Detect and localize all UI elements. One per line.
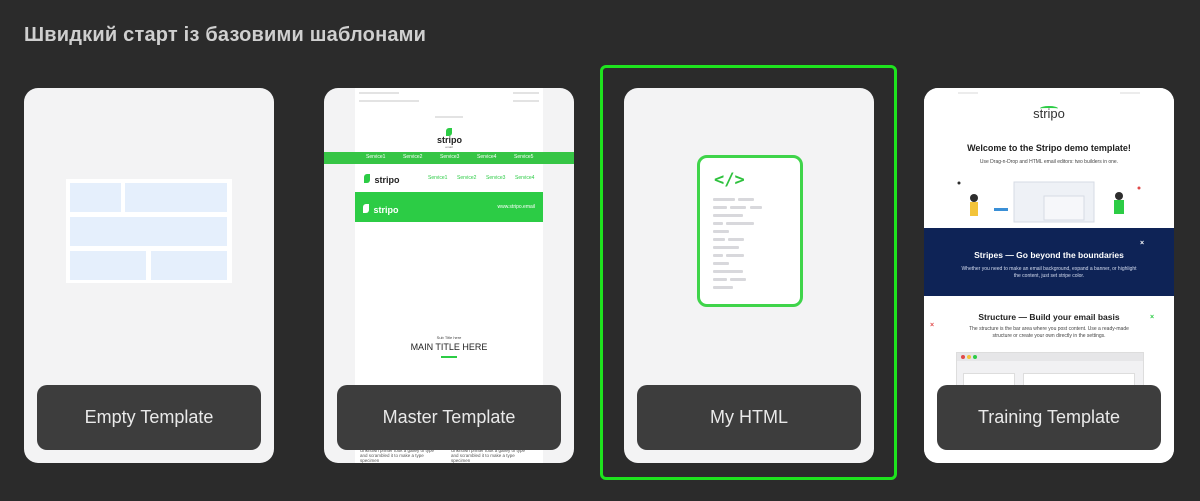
decor-x-icon: × xyxy=(1140,240,1145,247)
training-structure-title: Structure — Build your email basis xyxy=(978,312,1120,322)
master-template-card[interactable]: stripo email Service1 Service2 Service3 … xyxy=(324,88,574,463)
training-stripes-text: Whether you need to make an email backgr… xyxy=(961,266,1137,279)
master-footer-text-left: Unknown printer took a galley of type an… xyxy=(360,448,435,463)
decor-x-icon: × xyxy=(1150,314,1155,321)
training-template-card[interactable]: stripo Welcome to the Stripo demo templa… xyxy=(924,88,1174,463)
master-nav-bar: Service1 Service2 Service3 Service4 Serv… xyxy=(324,152,574,164)
training-structure-text: The structure is the bar area where you … xyxy=(969,326,1129,339)
training-welcome-title: Welcome to the Stripo demo template! xyxy=(967,143,1131,153)
master-main-title: MAIN TITLE HERE xyxy=(410,342,488,352)
training-preview-top: stripo Welcome to the Stripo demo templa… xyxy=(924,88,1174,228)
master-banner-logo: stripo xyxy=(363,200,398,218)
selection-highlight xyxy=(600,65,897,480)
decor-x-icon: × xyxy=(930,322,935,329)
leaf-icon xyxy=(364,174,370,184)
master-template-button[interactable]: Master Template xyxy=(337,385,561,450)
master-subtitle: Sub Title here xyxy=(436,335,462,340)
master-footer-text-right: Unknown printer took a galley of type an… xyxy=(451,448,526,463)
training-welcome-text: Use Drag-n-Drop and HTML email editors: … xyxy=(979,159,1119,165)
empty-template-card[interactable]: Empty Template xyxy=(24,88,274,463)
section-heading: Швидкий старт із базовими шаблонами xyxy=(24,24,427,46)
master-logo: stripo email xyxy=(437,128,462,149)
illustration-people-icon xyxy=(957,181,1141,223)
leaf-icon xyxy=(363,204,369,214)
training-stripes-section: Stripes — Go beyond the boundaries Wheth… xyxy=(924,228,1174,296)
master-menu-logo: stripo xyxy=(364,170,399,188)
logo-arc-icon xyxy=(1040,106,1058,111)
empty-layout-wireframe xyxy=(66,179,232,283)
training-template-button[interactable]: Training Template xyxy=(937,385,1161,450)
master-banner: stripo www.stripo.email xyxy=(355,192,543,222)
empty-template-button[interactable]: Empty Template xyxy=(37,385,261,450)
title-underline xyxy=(441,356,457,358)
training-stripes-title: Stripes — Go beyond the boundaries xyxy=(974,250,1124,260)
